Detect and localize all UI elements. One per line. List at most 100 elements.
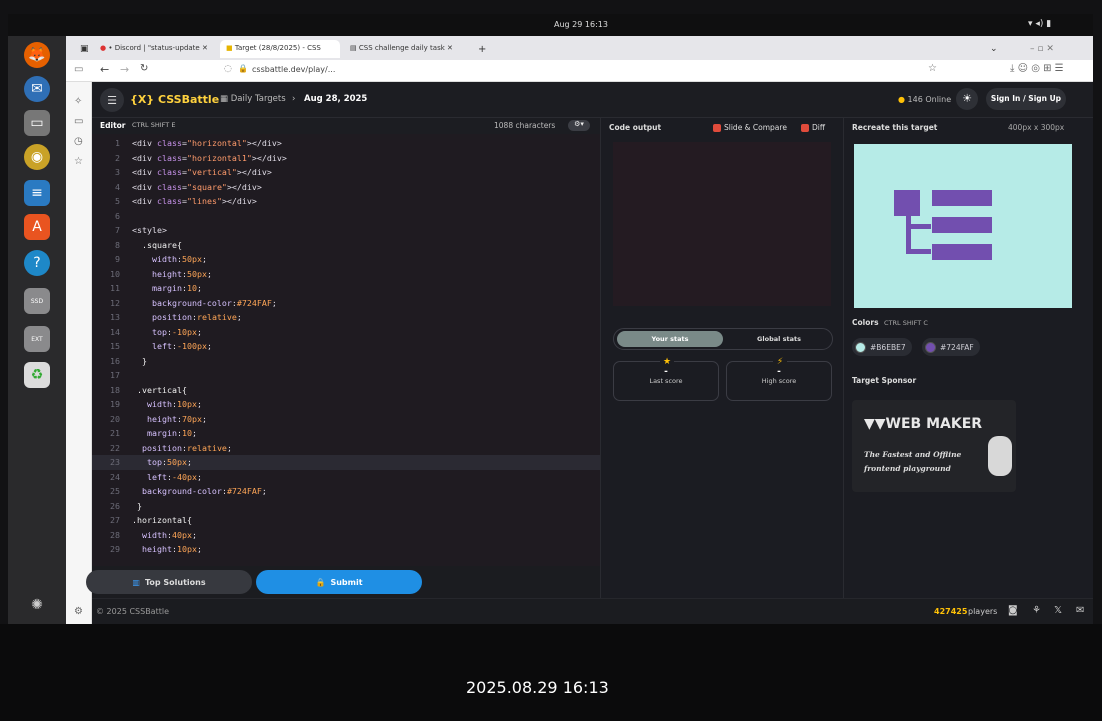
line-number: 29 — [110, 544, 120, 554]
new-tab-button[interactable]: + — [472, 40, 492, 58]
x-icon[interactable]: 𝕏 — [1054, 605, 1062, 616]
code-line[interactable]: 8 .square{ — [92, 238, 600, 253]
tab-target[interactable]: ■ Target (28/8/2025) - CSS — [220, 40, 340, 58]
sign-in-button[interactable]: Sign In / Sign Up — [986, 88, 1066, 110]
line-text: top:-10px; — [151, 326, 202, 337]
line-number: 26 — [110, 500, 120, 511]
bluesky-icon[interactable]: ⚘ — [1032, 605, 1041, 616]
lock-icon[interactable]: 🔒 — [238, 64, 248, 73]
code-editor[interactable]: 1 <div class="horizontal"></div> 2 <div cla… — [92, 134, 600, 566]
code-line[interactable]: 6 — [92, 209, 600, 224]
code-line[interactable]: 23 top:50px; — [92, 455, 600, 470]
code-line[interactable]: 4 <div class="square"></div> — [92, 180, 600, 195]
theme-toggle-icon[interactable]: ☀ — [956, 88, 978, 110]
music-icon[interactable]: ◉ — [24, 144, 50, 170]
drive-icon[interactable]: SSD — [24, 288, 50, 314]
code-line[interactable]: 13 position:relative; — [92, 310, 600, 325]
color-chip-1[interactable]: #B6EBE7 — [852, 338, 912, 356]
toolbar-icons[interactable]: ⤓ ☺ ◎ ⊞ ☰ — [1010, 63, 1064, 74]
code-line[interactable]: 1 <div class="horizontal"></div> — [92, 136, 600, 151]
target-image[interactable] — [854, 144, 1072, 308]
online-count: ● 146 Online — [898, 95, 952, 104]
high-score-card: ⚡ - High score — [726, 357, 832, 401]
copyright: © 2025 CSSBattle — [96, 607, 169, 616]
code-line[interactable]: 5 <div class="lines"></div> — [92, 194, 600, 209]
code-line[interactable]: 19 width:10px; — [92, 397, 600, 412]
code-line[interactable]: 21 margin:10; — [92, 426, 600, 441]
system-clock[interactable]: Aug 29 16:13 — [554, 20, 608, 29]
code-line[interactable]: 20 height:70px; — [92, 412, 600, 427]
code-line[interactable]: 25 background-color:#724FAF; — [92, 484, 600, 499]
tab-your-stats[interactable]: Your stats — [617, 331, 723, 347]
thunderbird-icon[interactable]: ✉ — [24, 76, 50, 102]
photo-timestamp: 2025.08.29 16:13 — [466, 678, 609, 697]
output-preview[interactable] — [613, 142, 831, 306]
drive-icon-2[interactable]: EXT — [24, 326, 50, 352]
sponsor-card[interactable]: ▼▼WEB MAKER The Fastest and Offline fron… — [852, 400, 1016, 492]
top-solutions-button[interactable]: ▥ Top Solutions — [86, 570, 252, 594]
line-text: margin:10; — [151, 283, 202, 293]
last-score-label: Last score — [649, 377, 683, 385]
tab-css-challenge[interactable]: ▤ CSS challenge daily task ✕ — [344, 40, 468, 58]
writer-icon[interactable]: ≡ — [24, 180, 50, 206]
mail-icon[interactable]: ✉ — [1076, 605, 1084, 616]
app-center-icon[interactable]: A — [24, 214, 50, 240]
cssbattle-logo[interactable]: {X} CSSBattle — [130, 93, 219, 106]
code-line[interactable]: 9 width:50px; — [92, 252, 600, 267]
code-line[interactable]: 7 <style> — [92, 223, 600, 238]
editor-settings-icon[interactable]: ⚙▾ — [568, 120, 590, 131]
code-line[interactable]: 14 top:-10px; — [92, 325, 600, 340]
history-icon[interactable]: ◷ — [74, 136, 83, 147]
ai-icon[interactable]: ✧ — [74, 96, 82, 107]
settings-icon[interactable]: ⚙ — [74, 606, 83, 617]
files-icon[interactable]: ▭ — [24, 110, 50, 136]
bookmark-star-icon[interactable]: ☆ — [928, 63, 937, 74]
code-line[interactable]: 24 left:-40px; — [92, 470, 600, 485]
webmaker-logo-icon: ▼▼ — [864, 416, 886, 432]
window-controls[interactable]: – ▫ ✕ — [1024, 40, 1060, 58]
code-line[interactable]: 3 <div class="vertical"></div> — [92, 165, 600, 180]
code-line[interactable]: 15 left:-100px; — [92, 339, 600, 354]
shield-icon[interactable]: ◌ — [224, 64, 232, 74]
submit-button[interactable]: 🔒 Submit — [256, 570, 422, 594]
tab-global-stats[interactable]: Global stats — [726, 331, 832, 347]
target-square — [894, 190, 920, 216]
code-line[interactable]: 2 <div class="horizontal1"></div> — [92, 151, 600, 166]
wifi-icon[interactable]: ▾ ◂) ▮ — [1028, 19, 1051, 29]
screen: Aug 29 16:13 ▾ ◂) ▮ 🦊 ✉ ▭ ◉ ≡ A ? SSD EX… — [8, 14, 1093, 624]
discord-icon[interactable]: ◙ — [1008, 605, 1018, 616]
sidebar-toggle-icon[interactable]: ▭ — [74, 64, 83, 75]
slide-compare-toggle[interactable]: Slide & Compare — [713, 123, 787, 132]
code-line[interactable]: 12 background-color:#724FAF; — [92, 296, 600, 311]
color-chip-2[interactable]: #724FAF — [922, 338, 980, 356]
code-line[interactable]: 28 width:40px; — [92, 528, 600, 543]
breadcrumb-daily-targets[interactable]: ▦ Daily Targets — [220, 94, 286, 104]
code-line[interactable]: 17 — [92, 368, 600, 383]
code-line[interactable]: 18 .vertical{ — [92, 383, 600, 398]
code-line[interactable]: 29 height:10px; — [92, 542, 600, 557]
bookmarks-icon[interactable]: ☆ — [74, 156, 83, 167]
help-icon[interactable]: ? — [24, 250, 50, 276]
url-field[interactable]: cssbattle.dev/play/... — [252, 65, 335, 74]
code-line[interactable]: 26 } — [92, 499, 600, 514]
code-line[interactable]: 22 position:relative; — [92, 441, 600, 456]
menu-button[interactable]: ☰ — [100, 88, 124, 112]
code-line[interactable]: 27 .horizontal{ — [92, 513, 600, 528]
forward-icon[interactable]: → — [120, 63, 129, 76]
tab-overview-icon[interactable]: ▣ — [74, 40, 92, 58]
line-text: height:10px; — [142, 544, 202, 554]
firefox-icon[interactable]: 🦊 — [24, 42, 50, 68]
diff-toggle[interactable]: Diff — [801, 123, 825, 132]
back-icon[interactable]: ← — [100, 63, 109, 76]
code-line[interactable]: 11 margin:10; — [92, 281, 600, 296]
reload-icon[interactable]: ↻ — [140, 63, 148, 74]
trash-icon[interactable]: ♻ — [24, 362, 50, 388]
code-line[interactable]: 16 } — [92, 354, 600, 369]
code-line[interactable]: 10 height:50px; — [92, 267, 600, 282]
tab-list-icon[interactable]: ⌄ — [984, 40, 1004, 58]
line-text: background-color:#724FAF; — [142, 486, 267, 496]
ubuntu-logo-icon[interactable]: ✺ — [24, 592, 50, 618]
tab-discord[interactable]: ● • Discord | "status-update ✕ — [94, 40, 218, 58]
cssbattle-app: ☰ {X} CSSBattle ▦ Daily Targets › Aug 28… — [86, 82, 1093, 624]
tabs-icon[interactable]: ▭ — [74, 116, 83, 127]
